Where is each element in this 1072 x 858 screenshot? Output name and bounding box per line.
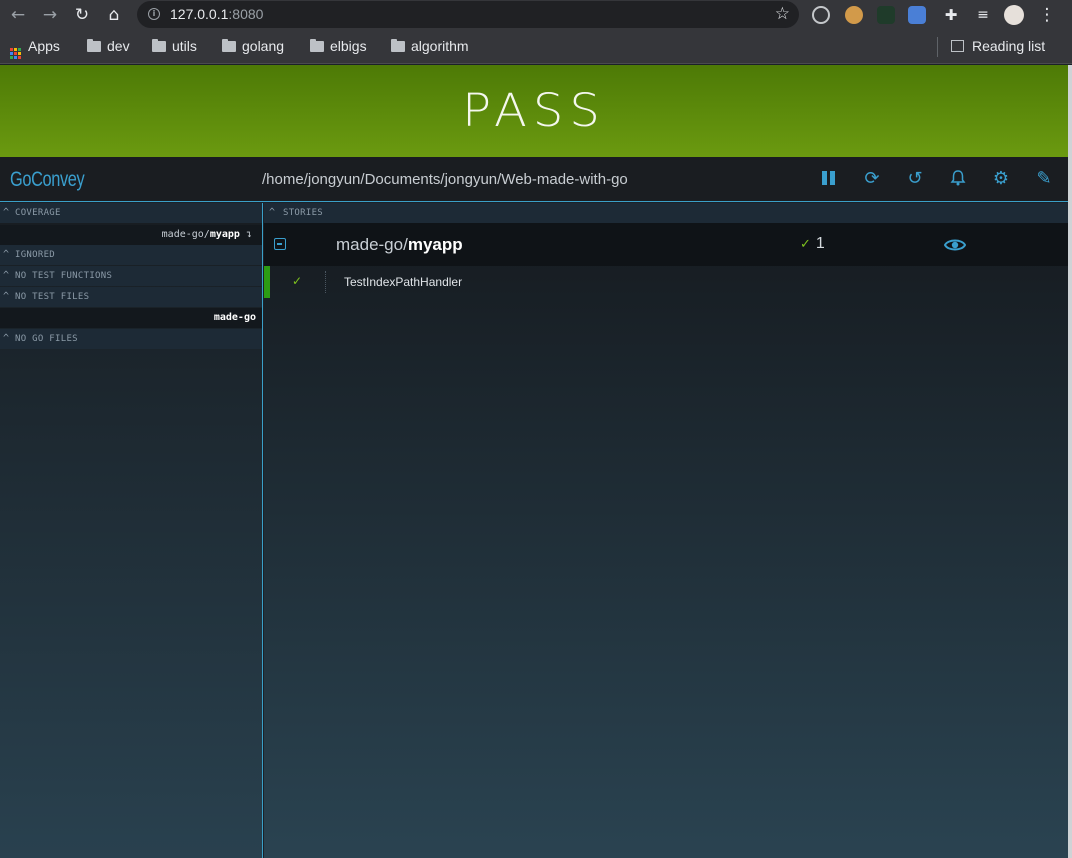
apps-grid-icon bbox=[10, 48, 21, 59]
test-name[interactable]: TestIndexPathHandler bbox=[344, 275, 462, 289]
status-text: PASS bbox=[462, 84, 606, 138]
package-row[interactable]: made-go/myapp ✓ 1 bbox=[264, 223, 1068, 266]
coverage-link-icon[interactable]: ↴ bbox=[246, 229, 252, 240]
chevron-up-icon: ^ bbox=[3, 249, 10, 260]
divider bbox=[325, 271, 326, 293]
bookmark-algorithm[interactable]: algorithm bbox=[391, 38, 469, 56]
bookmark-elbigs[interactable]: elbigs bbox=[310, 38, 367, 56]
coverage-item[interactable]: made-go/myapp ↴ bbox=[0, 225, 262, 245]
browser-toolbar: ← → ↻ ⌂ i 127.0.0.1:8080 ☆ ✚ ≡ ⋮ bbox=[0, 0, 1072, 30]
no-test-files-section-header[interactable]: ^ NO TEST FILES bbox=[0, 287, 262, 307]
extension-green-icon[interactable] bbox=[877, 6, 895, 24]
check-icon: ✓ bbox=[800, 236, 811, 251]
bookmarks-divider bbox=[937, 37, 938, 57]
left-sidebar: ^ COVERAGE made-go/myapp ↴ ^ IGNORED ^ NO T… bbox=[0, 203, 263, 858]
notification-bell-icon[interactable] bbox=[948, 169, 968, 189]
bookmark-star-icon[interactable]: ☆ bbox=[775, 4, 790, 24]
settings-gear-icon[interactable]: ⚙ bbox=[991, 169, 1011, 189]
chevron-up-icon: ^ bbox=[3, 207, 10, 218]
test-row[interactable]: ✓ TestIndexPathHandler bbox=[264, 266, 1068, 298]
bookmark-apps[interactable]: Apps bbox=[10, 38, 60, 59]
folder-icon bbox=[87, 39, 101, 52]
coverage-section-header[interactable]: ^ COVERAGE bbox=[0, 203, 262, 223]
url-text[interactable]: 127.0.0.1:8080 bbox=[170, 6, 263, 22]
media-queue-icon[interactable]: ≡ bbox=[972, 4, 994, 26]
extensions-puzzle-icon[interactable]: ✚ bbox=[940, 4, 962, 26]
bookmark-golang[interactable]: golang bbox=[222, 38, 284, 56]
chevron-up-icon: ^ bbox=[3, 333, 10, 344]
watched-path[interactable]: /home/jongyun/Documents/jongyun/Web-made… bbox=[262, 171, 628, 188]
eye-icon[interactable] bbox=[943, 237, 967, 253]
site-info-icon[interactable]: i bbox=[148, 8, 160, 20]
reading-list-button[interactable]: Reading list bbox=[951, 38, 1045, 56]
stories-panel: made-go/myapp ✓ 1 ✓ TestIndexPathHandler bbox=[264, 223, 1068, 858]
scrollbar[interactable] bbox=[1068, 65, 1072, 858]
no-test-functions-section-header[interactable]: ^ NO TEST FUNCTIONS bbox=[0, 266, 262, 286]
goconvey-logo[interactable]: GoConvey bbox=[10, 168, 85, 192]
bookmark-dev[interactable]: dev bbox=[87, 38, 130, 56]
extension-translate-icon[interactable] bbox=[908, 6, 926, 24]
extension-target-icon[interactable] bbox=[812, 6, 830, 24]
check-icon: ✓ bbox=[292, 274, 303, 288]
folder-icon bbox=[391, 39, 405, 52]
address-bar[interactable]: i 127.0.0.1:8080 ☆ bbox=[137, 1, 799, 28]
package-pass-count: ✓ 1 bbox=[800, 235, 825, 252]
profile-avatar[interactable] bbox=[1004, 5, 1024, 25]
chevron-up-icon: ^ bbox=[3, 291, 10, 302]
folder-icon bbox=[152, 39, 166, 52]
no-go-files-section-header[interactable]: ^ NO GO FILES bbox=[0, 329, 262, 349]
reload-icon[interactable]: ↻ bbox=[71, 4, 93, 26]
collapse-icon[interactable] bbox=[274, 238, 286, 250]
pass-status-bar bbox=[264, 266, 270, 298]
history-icon[interactable]: ↺ bbox=[905, 169, 925, 189]
home-icon[interactable]: ⌂ bbox=[103, 4, 125, 26]
forward-icon[interactable]: → bbox=[39, 4, 61, 26]
chevron-up-icon: ^ bbox=[3, 270, 10, 281]
pause-icon[interactable] bbox=[819, 169, 839, 189]
back-icon[interactable]: ← bbox=[7, 4, 29, 26]
stories-section-header[interactable]: ^ STORIES bbox=[264, 203, 1068, 223]
chevron-up-icon: ^ bbox=[269, 207, 276, 218]
reading-list-icon bbox=[951, 40, 964, 52]
menu-kebab-icon[interactable]: ⋮ bbox=[1036, 4, 1058, 26]
edit-icon[interactable]: ✎ bbox=[1034, 169, 1054, 189]
no-test-files-item[interactable]: made-go bbox=[0, 308, 262, 328]
folder-icon bbox=[222, 39, 236, 52]
extension-cookie-icon[interactable] bbox=[845, 6, 863, 24]
app-header: GoConvey /home/jongyun/Documents/jongyun… bbox=[0, 157, 1068, 202]
bookmarks-bar: Apps dev utils golang elbigs algorithm R… bbox=[0, 30, 1072, 64]
status-banner: PASS bbox=[0, 65, 1068, 157]
bookmark-utils[interactable]: utils bbox=[152, 38, 197, 56]
package-name[interactable]: made-go/myapp bbox=[336, 235, 463, 255]
ignored-section-header[interactable]: ^ IGNORED bbox=[0, 245, 262, 265]
refresh-icon[interactable]: ⟳ bbox=[862, 169, 882, 189]
folder-icon bbox=[310, 39, 324, 52]
